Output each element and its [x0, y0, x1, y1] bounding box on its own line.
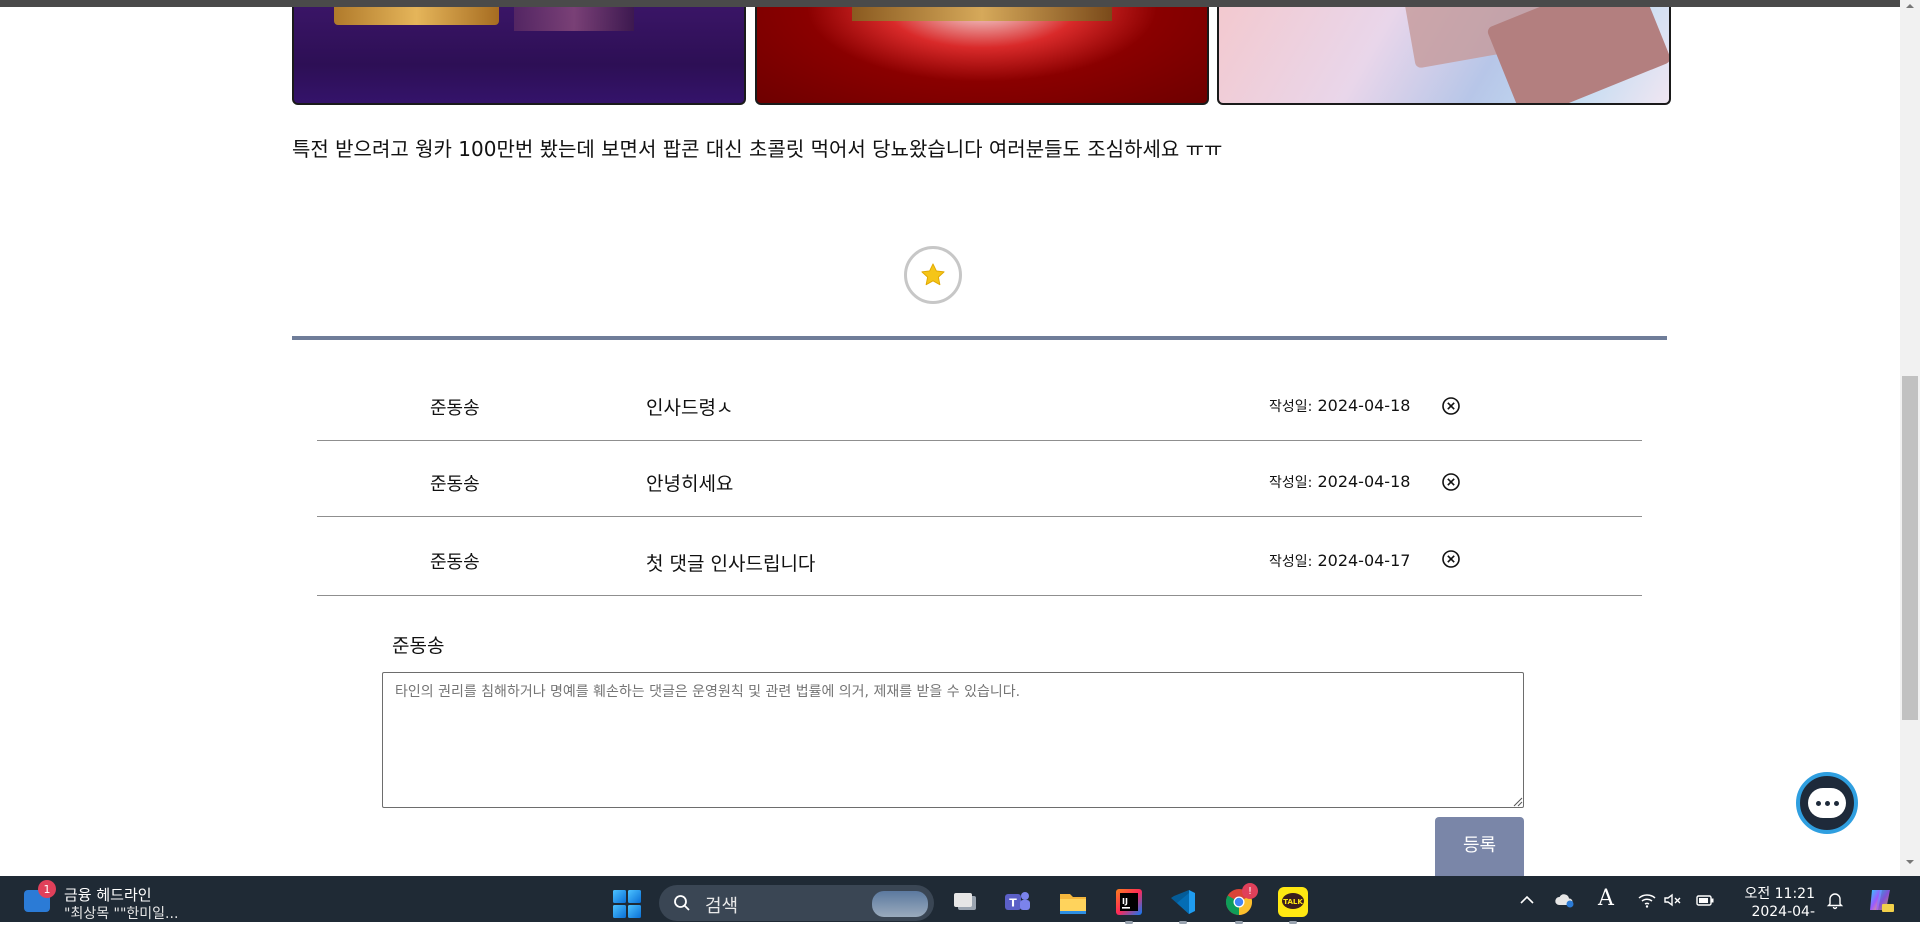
clock-time: 오전 11:21 — [1744, 886, 1815, 902]
comment-date: 작성일: 2024-04-18 — [1269, 472, 1410, 492]
comment-date-label: 작성일: — [1269, 554, 1313, 570]
comment-input[interactable] — [382, 672, 1524, 808]
teams-icon[interactable]: T — [1002, 887, 1032, 917]
chrome-alert-badge: ! — [1242, 883, 1258, 899]
image-detail — [514, 7, 634, 31]
comment-author: 준동송 — [430, 474, 480, 495]
scroll-up-arrow-icon[interactable] — [1904, 2, 1916, 10]
chat-bubble-dot — [1815, 800, 1821, 806]
news-title: 금융 헤드라인 — [64, 886, 152, 904]
clock-date: 2024-04-18 — [1751, 904, 1815, 938]
resize-grip-icon[interactable] — [1511, 795, 1523, 807]
teams-glyph: T — [1005, 892, 1030, 910]
submit-comment-button[interactable]: 등록 — [1435, 817, 1524, 877]
image-detail — [1486, 7, 1669, 103]
post-image-3[interactable] — [1217, 7, 1671, 105]
folder-glyph — [1060, 894, 1086, 914]
speaker-muted-icon[interactable] — [1663, 890, 1683, 910]
file-explorer-icon[interactable] — [1058, 887, 1088, 917]
delete-comment-icon[interactable] — [1441, 549, 1461, 569]
comment-date-value: 2024-04-18 — [1317, 472, 1411, 491]
like-button[interactable] — [904, 246, 962, 304]
post-image-2[interactable] — [755, 7, 1209, 105]
notification-bell-icon[interactable] — [1825, 890, 1845, 910]
taskbar-search-box[interactable]: 검색 — [659, 885, 934, 921]
image-detail — [334, 7, 499, 25]
delete-comment-icon[interactable] — [1441, 396, 1461, 416]
search-icon — [674, 895, 690, 911]
vscode-icon[interactable] — [1168, 887, 1198, 924]
comment-row: 준동송 첫 댓글 인사드립니다 작성일: 2024-04-17 — [317, 517, 1642, 596]
post-body-text: 특전 받으려고 웡카 100만번 봤는데 보면서 팝콘 대신 초콜릿 먹어서 당… — [292, 137, 1223, 161]
chat-bubble-dot — [1833, 800, 1839, 806]
news-subtitle: "최상목 ""한미일... — [64, 906, 179, 922]
star-icon — [921, 263, 945, 286]
search-highlight-art — [872, 891, 928, 917]
chat-button[interactable] — [1796, 772, 1858, 834]
wifi-icon[interactable] — [1637, 890, 1657, 910]
task-view-glyph — [954, 893, 976, 910]
comment-date-label: 작성일: — [1269, 475, 1313, 491]
chrome-icon[interactable]: ! — [1224, 883, 1258, 924]
svg-text:T: T — [1009, 897, 1017, 910]
vscode-glyph — [1171, 890, 1195, 914]
comment-date-value: 2024-04-17 — [1317, 551, 1411, 570]
kakaotalk-glyph: TALK — [1282, 893, 1304, 909]
windows-taskbar: 1 금융 헤드라인 "최상목 ""한미일... 검색 T IJ ! TALK A… — [0, 876, 1920, 938]
image-detail — [852, 7, 1112, 21]
system-clock[interactable]: 오전 11:21 2024-04-18 — [1735, 885, 1815, 939]
chevron-up-icon[interactable] — [1517, 890, 1537, 910]
windows-start-icon[interactable] — [612, 889, 642, 919]
comment-author: 준동송 — [430, 552, 480, 573]
post-image-1[interactable] — [292, 7, 746, 105]
battery-icon[interactable] — [1695, 890, 1715, 910]
kakaotalk-icon[interactable]: TALK — [1278, 887, 1308, 924]
comment-date: 작성일: 2024-04-17 — [1269, 551, 1410, 571]
comment-row: 준동송 인사드령ㅅ 작성일: 2024-04-18 — [317, 365, 1642, 441]
scrollbar-thumb[interactable] — [1902, 376, 1918, 720]
news-badge: 1 — [38, 880, 56, 898]
comment-date: 작성일: 2024-04-18 — [1269, 396, 1410, 416]
comment-date-value: 2024-04-18 — [1317, 396, 1411, 415]
browser-top-edge — [0, 0, 1920, 7]
svg-text:IJ: IJ — [1122, 897, 1128, 906]
comments-divider — [292, 336, 1667, 340]
comment-text: 첫 댓글 인사드립니다 — [646, 553, 816, 575]
comment-text: 안녕히세요 — [646, 473, 734, 495]
kakaotalk-label: TALK — [1283, 898, 1303, 906]
onedrive-icon[interactable] — [1555, 890, 1575, 910]
comment-writer-name: 준동송 — [392, 635, 445, 657]
chat-bubble-icon — [1808, 788, 1846, 818]
comment-date-label: 작성일: — [1269, 399, 1313, 415]
task-view-icon[interactable] — [950, 887, 980, 917]
copilot-icon[interactable] — [1866, 886, 1894, 914]
search-label: 검색 — [705, 896, 739, 917]
scroll-down-arrow-icon[interactable] — [1904, 858, 1916, 866]
comment-text: 인사드령ㅅ — [646, 397, 734, 419]
intellij-icon[interactable]: IJ — [1114, 887, 1144, 924]
ime-indicator[interactable]: A — [1598, 886, 1618, 911]
chat-bubble-dot — [1824, 800, 1830, 806]
delete-comment-icon[interactable] — [1441, 472, 1461, 492]
comment-author: 준동송 — [430, 398, 480, 419]
comment-row: 준동송 안녕히세요 작성일: 2024-04-18 — [317, 441, 1642, 517]
intellij-glyph: IJ — [1116, 889, 1142, 915]
